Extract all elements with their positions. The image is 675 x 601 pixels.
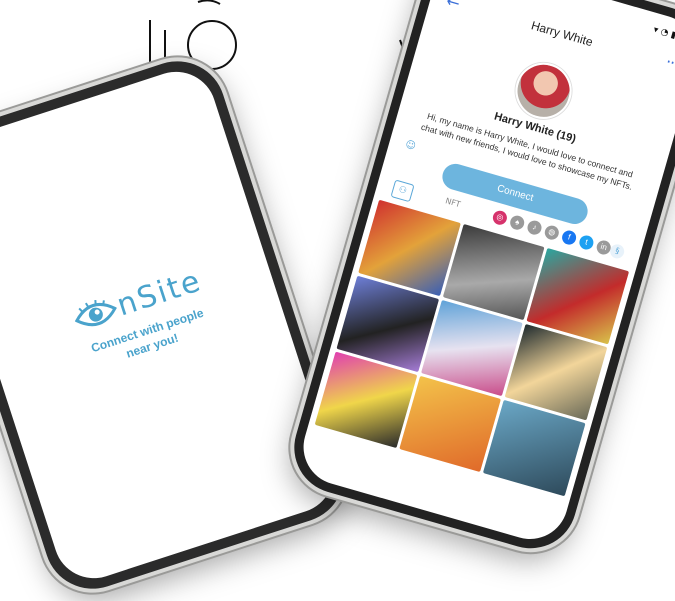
eye-logo-icon bbox=[74, 299, 117, 326]
tiktok-icon[interactable]: ♪ bbox=[525, 218, 544, 237]
snapchat-icon[interactable]: ♠ bbox=[508, 214, 526, 232]
avatar bbox=[508, 56, 579, 126]
status-icons: ▾ ◔ ▮ bbox=[652, 25, 675, 41]
facebook-icon[interactable]: f bbox=[560, 228, 578, 247]
twitter-icon[interactable]: t bbox=[577, 233, 596, 252]
tab-nft[interactable]: NFT bbox=[444, 196, 461, 209]
tab-profile-icon[interactable]: ⚇ bbox=[390, 179, 415, 203]
globe-icon[interactable]: ◍ bbox=[543, 223, 561, 242]
app-logo: nSite Connect with people near you! bbox=[23, 248, 264, 389]
instagram-icon[interactable]: ◎ bbox=[491, 209, 509, 227]
smiley-icon[interactable]: ☺ bbox=[404, 139, 417, 152]
